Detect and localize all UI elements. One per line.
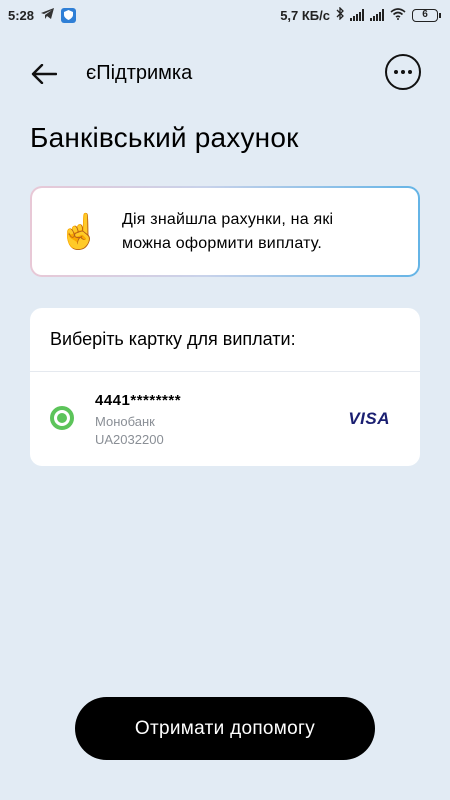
page-title: Банківський рахунок bbox=[30, 122, 299, 153]
card-bank-name: Монобанк bbox=[95, 414, 155, 429]
bluetooth-icon bbox=[336, 6, 344, 23]
more-options-button[interactable] bbox=[385, 54, 421, 90]
back-button[interactable] bbox=[28, 58, 60, 90]
visa-logo: VISA bbox=[348, 409, 390, 428]
header-title: єПідтримка bbox=[86, 62, 193, 84]
card-number: 4441******** bbox=[95, 392, 182, 409]
status-bar: 5:28 5,7 КБ/с 6 bbox=[0, 0, 450, 30]
network-speed: 5,7 КБ/с bbox=[280, 7, 330, 23]
card-selection-panel: Виберіть картку для виплати: 4441*******… bbox=[30, 308, 420, 466]
signal-icon-2 bbox=[370, 9, 384, 21]
notice-card: ☝️ Дія знайшла рахунки, на які можна офо… bbox=[30, 186, 420, 277]
signal-icon bbox=[350, 9, 364, 21]
battery-icon: 6 bbox=[412, 8, 441, 22]
telegram-icon bbox=[40, 7, 55, 23]
app-header: єПідтримка bbox=[0, 52, 450, 96]
shield-app-icon bbox=[61, 7, 77, 23]
status-time: 5:28 bbox=[8, 7, 35, 23]
radio-selected-icon[interactable] bbox=[50, 406, 74, 430]
notice-line-1: Дія знайшла рахунки, на які bbox=[122, 210, 334, 228]
more-dots-icon bbox=[394, 70, 398, 74]
arrow-left-icon bbox=[31, 64, 57, 84]
notice-text: Дія знайшла рахунки, на які можна оформи… bbox=[122, 208, 333, 256]
pointing-up-icon: ☝️ bbox=[58, 212, 101, 251]
notice-content: ☝️ Дія знайшла рахунки, на які можна офо… bbox=[32, 188, 418, 275]
status-left: 5:28 bbox=[8, 7, 77, 23]
wifi-icon bbox=[390, 7, 406, 23]
get-help-button[interactable]: Отримати допомогу bbox=[75, 697, 375, 760]
notice-line-2: можна оформити виплату. bbox=[122, 234, 323, 252]
status-right: 5,7 КБ/с 6 bbox=[280, 6, 441, 23]
card-selection-heading: Виберіть картку для виплати: bbox=[30, 308, 420, 372]
card-option[interactable]: 4441******** Монобанк UA2032200 VISA bbox=[30, 372, 420, 466]
card-iban: UA2032200 bbox=[95, 432, 164, 447]
